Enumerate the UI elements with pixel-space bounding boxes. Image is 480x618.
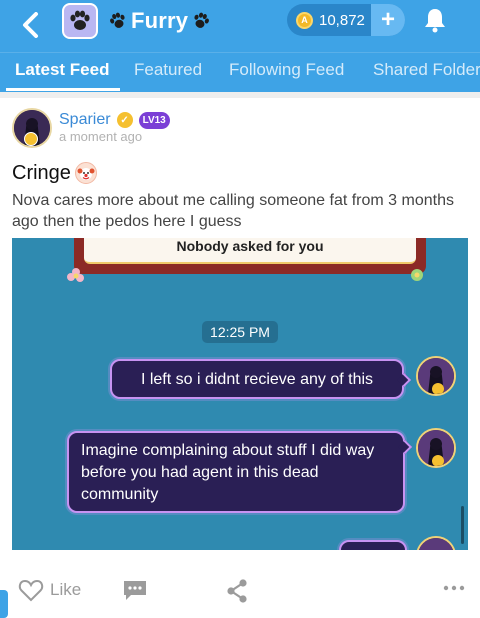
comment-icon[interactable] — [122, 579, 148, 601]
chat-bubble — [339, 540, 407, 550]
like-label: Like — [50, 580, 82, 599]
quoted-card-text: Nobody asked for you — [176, 238, 324, 254]
community-paw-icon[interactable] — [62, 3, 98, 39]
flower-icon — [411, 269, 423, 281]
active-tab-indicator — [6, 88, 120, 91]
coin-count: 10,872 — [319, 11, 365, 29]
plus-icon[interactable]: + — [371, 4, 405, 36]
post-title: Cringe — [12, 161, 71, 184]
tab-following-feed[interactable]: Following Feed — [229, 60, 344, 80]
chat-bubble: I left so i didnt recieve any of this — [110, 359, 404, 399]
bell-icon[interactable] — [420, 5, 450, 35]
scrollbar — [461, 506, 464, 544]
feed-tabs: Latest Feed Featured Following Feed Shar… — [0, 52, 480, 92]
like-button[interactable]: Like — [18, 577, 81, 603]
side-drawer-handle[interactable] — [0, 590, 8, 618]
chat-bubble: Imagine complaining about stuff I did wa… — [67, 431, 405, 513]
clown-icon — [74, 162, 97, 184]
top-app-bar: Furry A 10,872 + — [0, 0, 480, 52]
share-icon[interactable] — [224, 578, 250, 604]
divider — [0, 92, 480, 98]
author-row: Sparier ✓ LV13 — [59, 110, 170, 130]
coin-balance[interactable]: A 10,872 + — [287, 4, 405, 36]
quoted-card: Nobody asked for you — [84, 238, 416, 264]
tab-featured[interactable]: Featured — [134, 60, 202, 80]
heart-icon — [18, 579, 44, 602]
chat-message-text: I left so i didnt recieve any of this — [140, 371, 374, 388]
level-badge: LV13 — [138, 111, 170, 129]
curator-icon: ✓ — [116, 112, 133, 128]
post-image[interactable]: Nobody asked for you 12:25 PM I left so … — [12, 238, 468, 550]
chat-avatar — [416, 356, 456, 396]
back-icon[interactable] — [14, 7, 48, 43]
message-time: 12:25 PM — [202, 321, 278, 343]
post-title-row: Cringe — [12, 161, 97, 185]
page-title: Furry — [131, 8, 189, 33]
post-timestamp: a moment ago — [59, 129, 143, 144]
chat-avatar — [416, 428, 456, 468]
post-body: Nova cares more about me calling someone… — [12, 192, 454, 230]
tab-shared-folder[interactable]: Shared Folder — [373, 60, 480, 80]
post-actions: Like — [0, 565, 480, 618]
author-name[interactable]: Sparier — [59, 111, 111, 129]
chat-avatar — [416, 536, 456, 550]
flower-icon — [67, 268, 84, 282]
more-icon[interactable] — [443, 583, 465, 593]
avatar-badge-icon — [24, 132, 38, 146]
paw-icon — [110, 12, 125, 28]
community-title[interactable]: Furry — [108, 4, 211, 38]
chat-message-text: Imagine complaining about stuff I did wa… — [81, 442, 375, 503]
coin-icon: A — [296, 11, 313, 29]
tab-latest-feed[interactable]: Latest Feed — [15, 60, 109, 80]
paw-icon — [194, 12, 210, 28]
